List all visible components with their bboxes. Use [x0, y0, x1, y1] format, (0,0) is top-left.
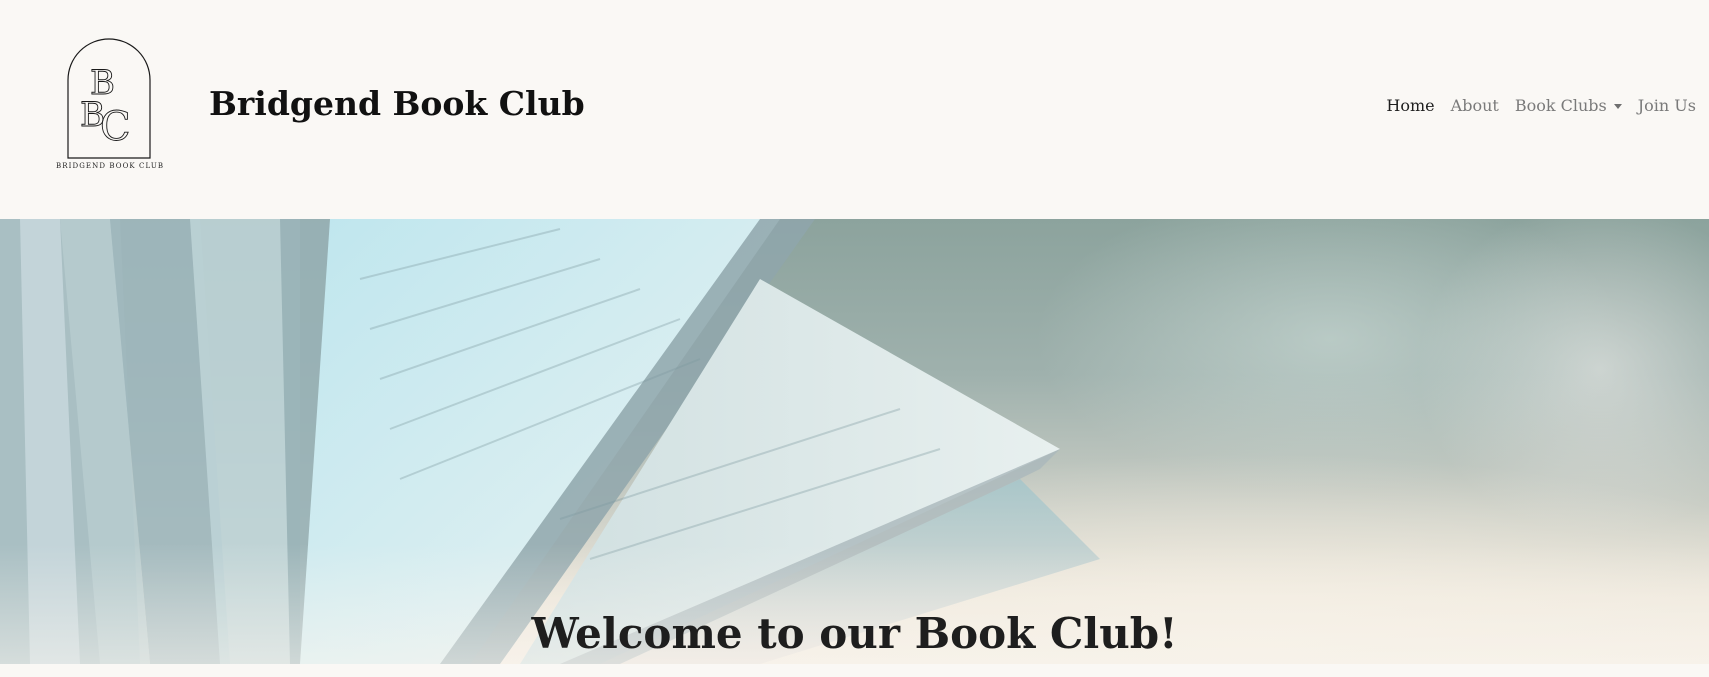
nav-item-book-clubs[interactable]: Book Clubs [1515, 94, 1622, 118]
logo-caption: BRIDGEND BOOK CLUB [56, 162, 165, 170]
logo[interactable]: B B C BRIDGEND BOOK CLUB [56, 38, 165, 173]
site-title[interactable]: Bridgend Book Club [209, 82, 585, 126]
hero-banner: Welcome to our Book Club! [0, 219, 1709, 664]
hero-title: Welcome to our Book Club! [531, 609, 1178, 658]
nav-item-join-us[interactable]: Join Us [1638, 94, 1696, 118]
caret-down-icon [1613, 103, 1622, 109]
section-divider [0, 664, 1709, 677]
nav-item-home[interactable]: Home [1386, 94, 1434, 118]
nav-item-about[interactable]: About [1451, 94, 1499, 118]
page: B B C BRIDGEND BOOK CLUB Bridgend Book C… [0, 0, 1709, 677]
logo-arch-icon: B B C [67, 38, 151, 159]
svg-text:C: C [100, 104, 131, 150]
nav-item-label: About [1450, 96, 1499, 115]
nav-item-label: Join Us [1637, 96, 1696, 115]
site-header: B B C BRIDGEND BOOK CLUB Bridgend Book C… [0, 0, 1709, 219]
main-nav: Home About Book Clubs Join Us [1386, 94, 1696, 118]
nav-item-label: Home [1386, 96, 1435, 115]
nav-item-label: Book Clubs [1514, 96, 1607, 115]
